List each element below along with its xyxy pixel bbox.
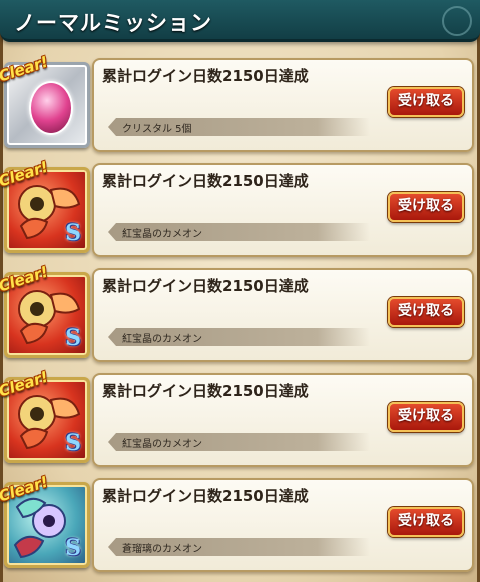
reward-bar: 蒼瑠璃のカメオン xyxy=(108,538,370,556)
mission-card: S Clear! 累計ログイン日数2150日達成 受け取る 紅宝晶のカメオン xyxy=(0,157,480,259)
mission-title: 累計ログイン日数2150日達成 xyxy=(102,487,309,505)
mission-panel: 累計ログイン日数2150日達成 受け取る 紅宝晶のカメオン xyxy=(92,268,474,362)
claim-button[interactable]: 受け取る xyxy=(388,507,464,537)
mission-panel: 累計ログイン日数2150日達成 受け取る 蒼瑠璃のカメオン xyxy=(92,478,474,572)
reward-bar: 紅宝晶のカメオン xyxy=(108,433,370,451)
claim-button[interactable]: 受け取る xyxy=(388,402,464,432)
rank-sigil-icon: S xyxy=(65,325,81,351)
mission-card: S Clear! 累計ログイン日数2150日達成 受け取る 紅宝晶のカメオン xyxy=(0,262,480,364)
reward-label: 紅宝晶のカメオン xyxy=(122,334,202,345)
reward-label: 蒼瑠璃のカメオン xyxy=(122,544,202,555)
mission-title: 累計ログイン日数2150日達成 xyxy=(102,67,309,85)
gem-shape xyxy=(29,81,73,135)
mission-panel: 累計ログイン日数2150日達成 受け取る 紅宝晶のカメオン xyxy=(92,373,474,467)
mission-card: Clear! 累計ログイン日数2150日達成 受け取る クリスタル 5個 xyxy=(0,52,480,154)
reward-bar: 紅宝晶のカメオン xyxy=(108,328,370,346)
claim-button[interactable]: 受け取る xyxy=(388,192,464,222)
mission-panel: 累計ログイン日数2150日達成 受け取る クリスタル 5個 xyxy=(92,58,474,152)
reward-label: 紅宝晶のカメオン xyxy=(122,229,202,240)
header-ornament-icon xyxy=(442,6,472,36)
mission-header: ノーマルミッション xyxy=(0,0,480,42)
reward-bar: クリスタル 5個 xyxy=(108,118,370,136)
mission-panel: 累計ログイン日数2150日達成 受け取る 紅宝晶のカメオン xyxy=(92,163,474,257)
rank-sigil-icon: S xyxy=(65,220,81,246)
mission-title: 累計ログイン日数2150日達成 xyxy=(102,382,309,400)
mission-title: 累計ログイン日数2150日達成 xyxy=(102,277,309,295)
mission-card: S Clear! 累計ログイン日数2150日達成 受け取る 蒼瑠璃のカメオン xyxy=(0,472,480,574)
mission-title: 累計ログイン日数2150日達成 xyxy=(102,172,309,190)
claim-button[interactable]: 受け取る xyxy=(388,87,464,117)
rank-sigil-icon: S xyxy=(65,535,81,561)
claim-button[interactable]: 受け取る xyxy=(388,297,464,327)
reward-bar: 紅宝晶のカメオン xyxy=(108,223,370,241)
mission-card: S Clear! 累計ログイン日数2150日達成 受け取る 紅宝晶のカメオン xyxy=(0,367,480,469)
page-title: ノーマルミッション xyxy=(14,11,212,35)
reward-label: 紅宝晶のカメオン xyxy=(122,439,202,450)
reward-label: クリスタル 5個 xyxy=(122,124,192,135)
rank-sigil-icon: S xyxy=(65,430,81,456)
